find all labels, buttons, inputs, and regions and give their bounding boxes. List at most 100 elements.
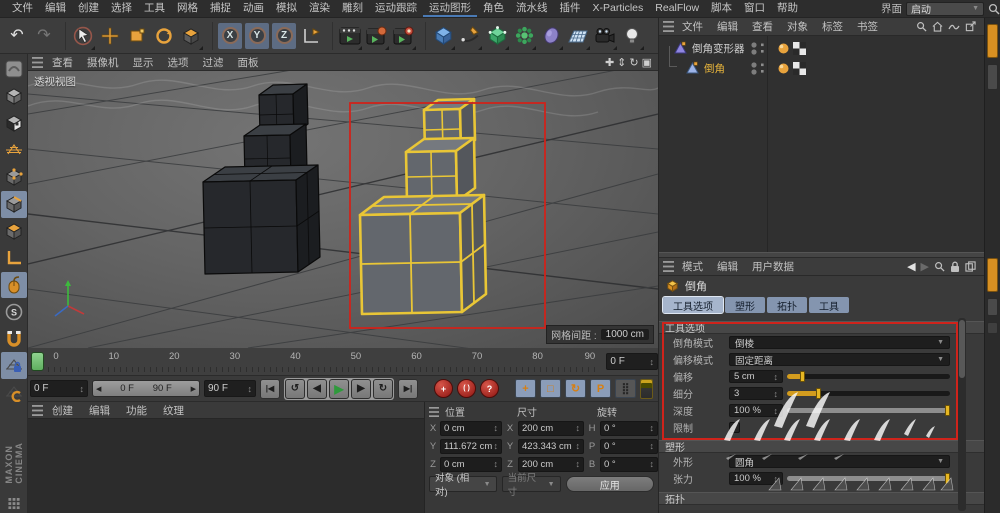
workplane-button[interactable] <box>1 379 27 406</box>
position-y-field[interactable]: 111.672 cm ↕ <box>440 438 502 454</box>
material-menu-create[interactable]: 创建 <box>45 403 80 418</box>
menu-window[interactable]: 窗口 <box>738 0 771 17</box>
subdivision-slider[interactable] <box>787 388 950 399</box>
depth-field[interactable]: 100 % ↕ <box>729 404 783 417</box>
undo-button[interactable]: ↶ <box>4 21 30 51</box>
keyframe-film-icon[interactable] <box>640 378 653 399</box>
key-scale-toggle[interactable]: □ <box>540 379 561 398</box>
history-back-icon[interactable]: ◀ <box>907 260 915 273</box>
zoom-view-icon[interactable]: ⇕ <box>617 56 626 69</box>
om-menu-view[interactable]: 查看 <box>746 19 779 34</box>
rotate-view-icon[interactable]: ↻ <box>629 56 638 69</box>
export-layer-icon[interactable] <box>965 21 976 32</box>
menu-create[interactable]: 创建 <box>72 0 105 17</box>
material-menu-function[interactable]: 功能 <box>119 403 154 418</box>
om-menu-objects[interactable]: 对象 <box>781 19 814 34</box>
history-forward-icon[interactable]: ▶ <box>921 260 929 273</box>
next-frame-button[interactable]: ▶ <box>351 378 371 399</box>
stepper-icon[interactable]: ↕ <box>494 459 499 469</box>
live-selection-button[interactable] <box>70 21 96 51</box>
tab-tool-options[interactable]: 工具选项 <box>662 296 724 314</box>
object-tags[interactable] <box>777 61 806 75</box>
autokey-button[interactable]: ( ) <box>457 379 476 398</box>
key-rotation-toggle[interactable]: ↻ <box>565 379 586 398</box>
add-spline-button[interactable] <box>457 21 483 51</box>
object-tags[interactable] <box>777 41 806 55</box>
curve-icon[interactable] <box>948 22 960 32</box>
add-volume-button[interactable] <box>538 21 564 51</box>
stepper-icon[interactable]: ↕ <box>494 423 499 433</box>
polygons-mode-button[interactable] <box>1 218 27 245</box>
offset-field[interactable]: 5 cm ↕ <box>729 370 783 383</box>
interface-select[interactable]: 启动 ▼ <box>906 1 984 16</box>
prev-key-button[interactable]: ↺ <box>285 378 305 399</box>
stepper-icon[interactable]: ↕ <box>576 441 581 451</box>
object-row-bevel-deformer[interactable]: 倒角变形器 <box>659 38 984 58</box>
stepper-icon[interactable]: ↕ <box>650 357 655 367</box>
om-menu-tags[interactable]: 标签 <box>816 19 849 34</box>
am-menu-edit[interactable]: 编辑 <box>711 259 744 274</box>
panel-grip-icon[interactable] <box>429 406 439 417</box>
maximize-view-icon[interactable]: ▣ <box>642 56 652 69</box>
pan-view-icon[interactable]: ✚ <box>605 56 614 69</box>
viewport-canvas[interactable] <box>28 71 658 348</box>
viewport-menu-view[interactable]: 查看 <box>45 55 80 70</box>
key-pla-toggle[interactable]: ⣿ <box>615 379 636 398</box>
rotate-tool-button[interactable] <box>151 21 177 51</box>
menu-mesh[interactable]: 网格 <box>171 0 204 17</box>
lock-y-axis-button[interactable]: Y <box>245 22 269 49</box>
copy-icon[interactable] <box>965 261 976 272</box>
texture-mode-button[interactable] <box>1 110 27 137</box>
viewport-solo-button[interactable] <box>0 271 27 299</box>
object-row-bevel[interactable]: 倒角 <box>659 58 984 78</box>
size-x-field[interactable]: 200 cm ↕ <box>518 420 584 436</box>
goto-start-button[interactable]: |◀ <box>260 378 280 399</box>
key-parameter-toggle[interactable]: P <box>590 379 611 398</box>
workplane-mode-button[interactable] <box>1 137 27 164</box>
menu-render[interactable]: 渲染 <box>303 0 336 17</box>
menu-select[interactable]: 选择 <box>105 0 138 17</box>
stepper-icon[interactable]: ↕ <box>576 423 581 433</box>
search-icon[interactable] <box>988 3 1000 15</box>
key-position-toggle[interactable]: + <box>515 379 536 398</box>
section-topology[interactable]: 拓扑 <box>659 492 984 506</box>
viewport-menu-display[interactable]: 显示 <box>126 55 161 70</box>
move-tool-button[interactable] <box>97 21 123 51</box>
last-used-tool-button[interactable] <box>178 21 204 51</box>
tab-tool[interactable]: 工具 <box>809 297 849 313</box>
lock-z-axis-button[interactable]: Z <box>272 22 296 49</box>
stepper-icon[interactable]: ↕ <box>494 441 499 451</box>
rotation-h-field[interactable]: 0 ° ↕ <box>600 420 658 436</box>
attribute-scrollbar[interactable] <box>958 318 966 511</box>
offset-mode-select[interactable]: 固定距离 ▼ <box>729 353 950 367</box>
viewport-menu-cameras[interactable]: 摄像机 <box>80 55 126 70</box>
tension-slider[interactable] <box>787 473 950 484</box>
section-shaping[interactable]: 塑形 <box>659 440 984 454</box>
next-key-button[interactable]: ↻ <box>373 378 393 399</box>
enable-axis-button[interactable] <box>1 245 27 272</box>
magnet-snap-button[interactable] <box>1 325 27 352</box>
range-right-arrow-icon[interactable]: ▶ <box>191 385 196 393</box>
add-light-button[interactable] <box>619 21 645 51</box>
viewport[interactable]: 透视视图 网格间距 : 1000 cm <box>28 71 658 348</box>
selected-beveled-cube-stack[interactable] <box>358 97 488 316</box>
edges-mode-button[interactable] <box>0 190 27 218</box>
model-mode-button[interactable] <box>1 83 27 110</box>
add-primitive-button[interactable] <box>430 21 456 51</box>
om-menu-file[interactable]: 文件 <box>676 19 709 34</box>
points-mode-button[interactable] <box>1 164 27 191</box>
stepper-icon[interactable]: ↕ <box>774 474 779 484</box>
dock-tab[interactable] <box>987 298 998 316</box>
current-frame-field[interactable]: 0 F ↕ <box>606 353 658 370</box>
render-queue-button[interactable] <box>391 21 417 51</box>
dock-tab[interactable] <box>987 322 998 334</box>
unselected-cube-stack[interactable] <box>202 83 321 275</box>
record-keyframe-button[interactable]: + <box>434 379 453 398</box>
menu-plugins[interactable]: 插件 <box>554 0 587 17</box>
rotation-p-field[interactable]: 0 ° ↕ <box>600 438 658 454</box>
stepper-icon[interactable]: ↕ <box>650 441 655 451</box>
om-menu-edit[interactable]: 编辑 <box>711 19 744 34</box>
offset-slider[interactable] <box>787 371 950 382</box>
scrollbar-thumb[interactable] <box>959 320 965 378</box>
stepper-icon[interactable]: ↕ <box>774 372 779 382</box>
